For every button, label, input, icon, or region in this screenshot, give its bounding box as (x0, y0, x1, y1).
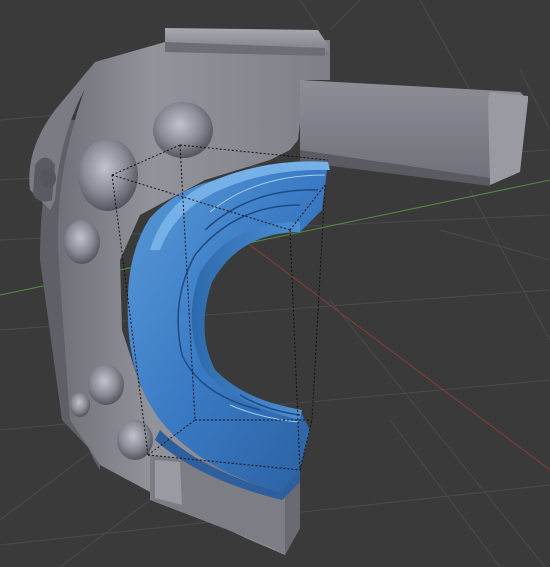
viewport-canvas[interactable] (0, 0, 550, 567)
hole-icon (64, 220, 100, 264)
hole-icon (40, 168, 56, 188)
hole-icon (78, 139, 138, 211)
hole-icon (153, 102, 213, 158)
3d-viewport[interactable] (0, 0, 550, 567)
hole-icon (88, 365, 124, 405)
hole-icon (70, 393, 90, 417)
